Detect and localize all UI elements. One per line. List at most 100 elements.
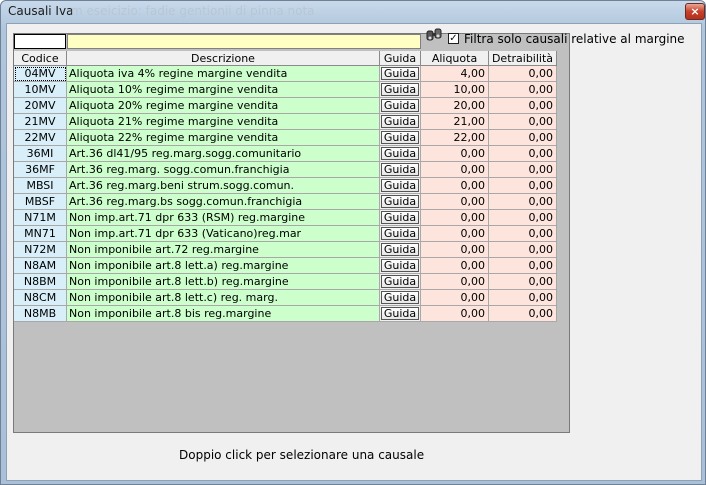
detraibilita-cell[interactable]: 0,00 (489, 82, 557, 98)
detraibilita-cell[interactable]: 0,00 (489, 242, 557, 258)
guida-button[interactable]: Guida (381, 259, 419, 272)
column-header-code[interactable]: Codice (14, 51, 67, 66)
code-cell[interactable]: 36MF (14, 162, 67, 178)
table-row[interactable]: 10MV Aliquota 10% regime margine vendita G… (14, 82, 557, 98)
code-cell[interactable]: 21MV (14, 114, 67, 130)
table-row[interactable]: 21MV Aliquota 21% regime margine vendita G… (14, 114, 557, 130)
column-header-description[interactable]: Descrizione (67, 51, 380, 66)
description-cell[interactable]: Non imponibile art.8 lett.c) reg. marg. (67, 290, 380, 306)
description-cell[interactable]: Aliquota 20% regime margine vendita (67, 98, 380, 114)
guida-button[interactable]: Guida (381, 67, 419, 80)
guida-cell[interactable]: Guida (380, 114, 421, 130)
table-row[interactable]: MN71 Non imp.art.71 dpr 633 (Vaticano)reg… (14, 226, 557, 242)
detraibilita-cell[interactable]: 0,00 (489, 290, 557, 306)
detraibilita-cell[interactable]: 0,00 (489, 146, 557, 162)
column-header-detraibilita[interactable]: Detraibilità (489, 51, 557, 66)
code-cell[interactable]: N8MB (14, 306, 67, 322)
detraibilita-cell[interactable]: 0,00 (489, 130, 557, 146)
aliquota-cell[interactable]: 20,00 (421, 98, 489, 114)
description-cell[interactable]: Art.36 reg.marg.bs sogg.comun.franchigia (67, 194, 380, 210)
code-cell[interactable]: N72M (14, 242, 67, 258)
description-cell[interactable]: Art.36 dl41/95 reg.marg.sogg.comunitario (67, 146, 380, 162)
table-row[interactable]: 20MV Aliquota 20% regime margine vendita G… (14, 98, 557, 114)
code-cell[interactable]: N8BM (14, 274, 67, 290)
description-cell[interactable]: Non imponibile art.8 bis reg.margine (67, 306, 380, 322)
aliquota-cell[interactable]: 0,00 (421, 194, 489, 210)
table-row[interactable]: 22MV Aliquota 22% regime margine vendita G… (14, 130, 557, 146)
table-row[interactable]: MBSF Art.36 reg.marg.bs sogg.comun.franch… (14, 194, 557, 210)
guida-cell[interactable]: Guida (380, 82, 421, 98)
description-cell[interactable]: Non imp.art.71 dpr 633 (RSM) reg.margine (67, 210, 380, 226)
guida-button[interactable]: Guida (381, 83, 419, 96)
binoculars-icon[interactable] (426, 28, 442, 42)
detraibilita-cell[interactable]: 0,00 (489, 114, 557, 130)
aliquota-cell[interactable]: 21,00 (421, 114, 489, 130)
guida-cell[interactable]: Guida (380, 274, 421, 290)
aliquota-cell[interactable]: 0,00 (421, 274, 489, 290)
description-cell[interactable]: Aliquota iva 4% regine margine vendita (67, 66, 380, 82)
guida-button[interactable]: Guida (381, 307, 419, 320)
guida-cell[interactable]: Guida (380, 194, 421, 210)
detraibilita-cell[interactable]: 0,00 (489, 178, 557, 194)
guida-cell[interactable]: Guida (380, 178, 421, 194)
code-filter-input[interactable] (14, 34, 66, 49)
detraibilita-cell[interactable]: 0,00 (489, 274, 557, 290)
code-cell[interactable]: MBSF (14, 194, 67, 210)
code-cell[interactable]: 20MV (14, 98, 67, 114)
filter-margin-label[interactable]: Filtra solo causali relative al margine (464, 32, 685, 46)
table-row[interactable]: N8CM Non imponibile art.8 lett.c) reg. ma… (14, 290, 557, 306)
guida-button[interactable]: Guida (381, 195, 419, 208)
guida-cell[interactable]: Guida (380, 162, 421, 178)
table-row[interactable]: N8MB Non imponibile art.8 bis reg.margine… (14, 306, 557, 322)
guida-button[interactable]: Guida (381, 243, 419, 256)
guida-button[interactable]: Guida (381, 179, 419, 192)
aliquota-cell[interactable]: 10,00 (421, 82, 489, 98)
detraibilita-cell[interactable]: 0,00 (489, 210, 557, 226)
aliquota-cell[interactable]: 0,00 (421, 146, 489, 162)
guida-cell[interactable]: Guida (380, 98, 421, 114)
code-cell[interactable]: 04MV (14, 66, 67, 82)
table-row[interactable]: 36MI Art.36 dl41/95 reg.marg.sogg.comunit… (14, 146, 557, 162)
description-cell[interactable]: Non imponibile art.8 lett.a) reg.margine (67, 258, 380, 274)
guida-cell[interactable]: Guida (380, 306, 421, 322)
detraibilita-cell[interactable]: 0,00 (489, 226, 557, 242)
description-cell[interactable]: Non imponibile art.72 reg.margine (67, 242, 380, 258)
detraibilita-cell[interactable]: 0,00 (489, 98, 557, 114)
aliquota-cell[interactable]: 0,00 (421, 226, 489, 242)
code-cell[interactable]: MBSI (14, 178, 67, 194)
guida-button[interactable]: Guida (381, 99, 419, 112)
description-cell[interactable]: Art.36 reg.marg. sogg.comun.franchigia (67, 162, 380, 178)
detraibilita-cell[interactable]: 0,00 (489, 66, 557, 82)
column-header-aliquota[interactable]: Aliquota (421, 51, 489, 66)
guida-button[interactable]: Guida (381, 147, 419, 160)
description-cell[interactable]: Art.36 reg.marg.beni strum.sogg.comun. (67, 178, 380, 194)
description-cell[interactable]: Aliquota 22% regime margine vendita (67, 130, 380, 146)
aliquota-cell[interactable]: 0,00 (421, 306, 489, 322)
guida-button[interactable]: Guida (381, 115, 419, 128)
table-row[interactable]: N8BM Non imponibile art.8 lett.b) reg.mar… (14, 274, 557, 290)
guida-button[interactable]: Guida (381, 211, 419, 224)
column-header-guida[interactable]: Guida (380, 51, 421, 66)
code-cell[interactable]: 36MI (14, 146, 67, 162)
guida-cell[interactable]: Guida (380, 290, 421, 306)
table-row[interactable]: N8AM Non imponibile art.8 lett.a) reg.mar… (14, 258, 557, 274)
table-row[interactable]: N71M Non imp.art.71 dpr 633 (RSM) reg.mar… (14, 210, 557, 226)
code-cell[interactable]: MN71 (14, 226, 67, 242)
guida-button[interactable]: Guida (381, 291, 419, 304)
detraibilita-cell[interactable]: 0,00 (489, 194, 557, 210)
guida-button[interactable]: Guida (381, 227, 419, 240)
description-cell[interactable]: Aliquota 10% regime margine vendita (67, 82, 380, 98)
guida-cell[interactable]: Guida (380, 210, 421, 226)
code-cell[interactable]: N71M (14, 210, 67, 226)
filter-margin-checkbox[interactable]: ✓ (448, 33, 459, 44)
detraibilita-cell[interactable]: 0,00 (489, 306, 557, 322)
guida-cell[interactable]: Guida (380, 146, 421, 162)
table-row[interactable]: 04MV Aliquota iva 4% regine margine vendi… (14, 66, 557, 82)
aliquota-cell[interactable]: 0,00 (421, 258, 489, 274)
guida-cell[interactable]: Guida (380, 66, 421, 82)
aliquota-cell[interactable]: 0,00 (421, 290, 489, 306)
aliquota-cell[interactable]: 0,00 (421, 242, 489, 258)
guida-button[interactable]: Guida (381, 163, 419, 176)
table-row[interactable]: N72M Non imponibile art.72 reg.margine Gui… (14, 242, 557, 258)
guida-cell[interactable]: Guida (380, 242, 421, 258)
